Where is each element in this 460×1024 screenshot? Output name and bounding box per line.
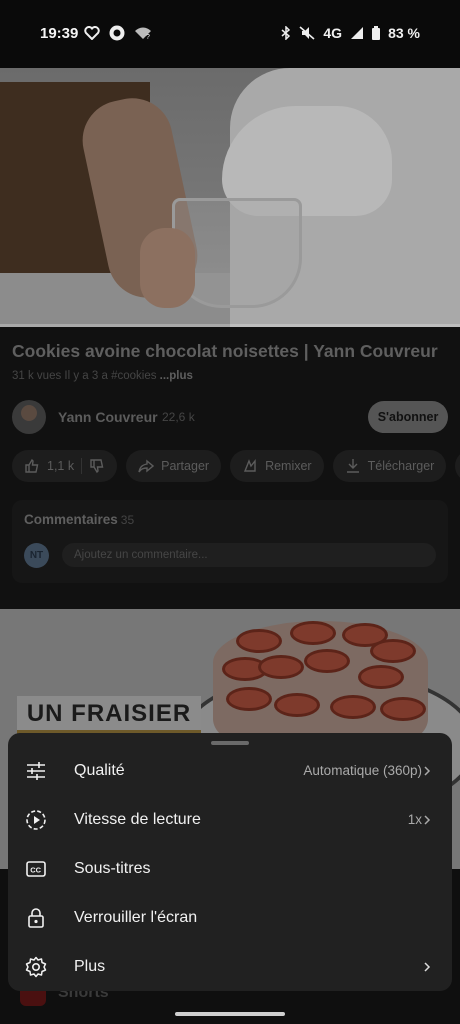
sheet-item-value: 1x xyxy=(407,812,422,827)
captions-icon: CC xyxy=(24,857,48,881)
channel-name[interactable]: Yann Couvreur xyxy=(58,409,158,425)
download-icon xyxy=(346,459,359,473)
sheet-item-label: Sous-titres xyxy=(74,859,151,877)
thumb-strawberry xyxy=(226,687,272,711)
thumb-strawberry xyxy=(304,649,350,673)
video-meta-text: 31 k vues Il y a 3 a #cookies xyxy=(12,370,157,382)
share-icon xyxy=(138,459,155,473)
battery-icon xyxy=(372,26,381,40)
add-comment-input[interactable]: Ajoutez un commentaire... xyxy=(62,543,436,567)
tune-icon xyxy=(24,759,48,783)
bluetooth-icon xyxy=(281,26,291,40)
mute-icon xyxy=(299,26,315,40)
download-button[interactable]: Télécharger xyxy=(332,450,447,482)
status-notification-icons: ? xyxy=(84,24,152,42)
thumb-strawberry xyxy=(274,693,320,717)
channel-row: Yann Couvreur 22,6 k S'abonner xyxy=(12,400,448,434)
video-frame-hand xyxy=(140,228,195,308)
share-label: Partager xyxy=(161,459,210,473)
user-avatar: NT xyxy=(24,543,49,568)
gear-icon xyxy=(24,955,48,979)
status-right: 4G 83 % xyxy=(281,25,420,41)
subscribe-button[interactable]: S'abonner xyxy=(368,401,448,433)
comments-heading: Commentaires 35 xyxy=(24,512,134,527)
settings-bottom-sheet: Qualité Automatique (360p) Vitesse de le… xyxy=(8,733,452,991)
sheet-item-label: Verrouiller l'écran xyxy=(74,908,198,926)
comments-label: Commentaires xyxy=(24,512,118,527)
channel-avatar[interactable] xyxy=(12,400,46,434)
heart-icon xyxy=(84,26,100,40)
more-actions-button[interactable] xyxy=(455,450,460,482)
video-meta[interactable]: 31 k vues Il y a 3 a #cookies ...plus xyxy=(12,370,193,382)
svg-text:CC: CC xyxy=(30,865,41,874)
sheet-item-value: Automatique (360p) xyxy=(303,763,422,778)
chevron-right-icon xyxy=(424,765,431,776)
video-player[interactable] xyxy=(0,68,460,327)
thumb-strawberry xyxy=(370,639,416,663)
video-info-section: Cookies avoine chocolat noisettes | Yann… xyxy=(0,327,460,609)
chevron-right-icon xyxy=(424,961,431,972)
status-time: 19:39 xyxy=(40,25,79,42)
share-button[interactable]: Partager xyxy=(126,450,222,482)
sheet-item-captions[interactable]: CC Sous-titres xyxy=(8,844,452,893)
chevron-right-icon xyxy=(424,814,431,825)
video-title[interactable]: Cookies avoine chocolat noisettes | Yann… xyxy=(12,341,452,362)
comments-count: 35 xyxy=(120,513,135,527)
download-label: Télécharger xyxy=(367,459,435,473)
app-icon xyxy=(109,25,125,41)
thumbs-down-icon[interactable] xyxy=(89,458,105,474)
remix-icon xyxy=(244,459,256,472)
chip-divider xyxy=(81,458,83,474)
wifi-question-icon: ? xyxy=(135,27,151,40)
more-link[interactable]: ...plus xyxy=(160,370,193,382)
lock-icon xyxy=(24,906,48,930)
battery-percent: 83 % xyxy=(388,25,420,41)
sheet-item-lock-screen[interactable]: Verrouiller l'écran xyxy=(8,893,452,942)
network-type: 4G xyxy=(323,25,343,41)
sheet-item-playback-speed[interactable]: Vitesse de lecture 1x xyxy=(8,795,452,844)
thumb-strawberry xyxy=(358,665,404,689)
thumb-banner: UN FRAISIER xyxy=(17,696,201,732)
status-bar: 19:39 ? 4G 83 % xyxy=(0,0,460,68)
action-chips: 1,1 k Partager Remixer Télécharger xyxy=(12,450,460,484)
thumb-strawberry xyxy=(236,629,282,653)
sheet-item-label: Plus xyxy=(74,957,106,975)
remix-button[interactable]: Remixer xyxy=(230,450,324,482)
sheet-item-label: Vitesse de lecture xyxy=(74,810,201,828)
svg-text:?: ? xyxy=(146,34,150,40)
comments-panel[interactable]: Commentaires 35 NT Ajoutez un commentaire… xyxy=(12,500,448,583)
sheet-item-quality[interactable]: Qualité Automatique (360p) xyxy=(8,746,452,795)
signal-icon xyxy=(351,27,364,39)
thumb-strawberry xyxy=(290,621,336,645)
like-dislike-chip[interactable]: 1,1 k xyxy=(12,450,118,482)
thumb-strawberry xyxy=(258,655,304,679)
subscriber-count: 22,6 k xyxy=(162,410,195,424)
sheet-item-more[interactable]: Plus xyxy=(8,942,452,991)
sheet-item-label: Qualité xyxy=(74,761,125,779)
playback-speed-icon xyxy=(24,808,48,832)
remix-label: Remixer xyxy=(265,459,312,473)
thumbs-up-icon xyxy=(25,458,39,473)
gesture-nav-bar[interactable] xyxy=(175,1012,285,1016)
sheet-drag-handle[interactable] xyxy=(211,741,249,745)
thumb-strawberry xyxy=(380,697,426,721)
thumb-strawberry xyxy=(330,695,376,719)
like-count: 1,1 k xyxy=(47,459,75,473)
